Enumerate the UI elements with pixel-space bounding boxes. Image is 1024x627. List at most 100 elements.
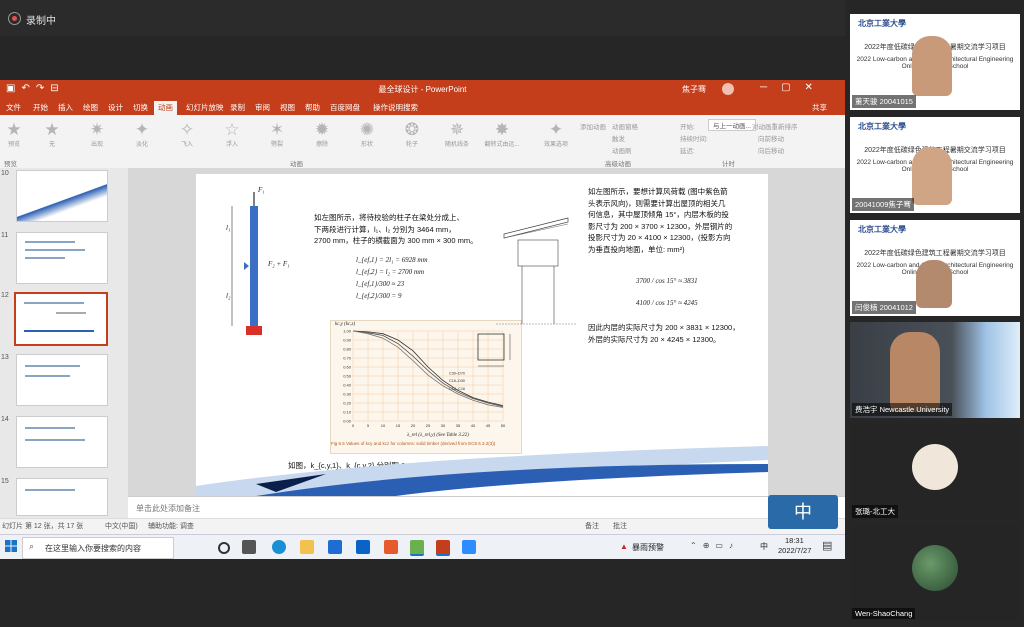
text-line: 如左图所示，要想计算风荷载 (图中紫色箭 bbox=[588, 187, 728, 196]
tab-home[interactable]: 开始 bbox=[33, 102, 48, 113]
y-tick-label: 0.40 bbox=[343, 383, 352, 388]
slide-thumbnail[interactable] bbox=[16, 478, 108, 516]
tab-search[interactable]: 操作说明搜索 bbox=[373, 102, 418, 113]
edge-icon[interactable] bbox=[272, 540, 286, 554]
tab-draw[interactable]: 绘图 bbox=[83, 102, 98, 113]
office-icon[interactable] bbox=[384, 540, 398, 554]
participant-name: 董天骏 20041015 bbox=[852, 95, 916, 108]
slide-thumbnail[interactable] bbox=[16, 416, 108, 468]
text-line: 何信息，其中屋顶倾角 15°，内层木板的投 bbox=[588, 210, 729, 219]
effect-options-button[interactable]: ✦ 效果选项 bbox=[536, 121, 576, 149]
animation-option[interactable]: ✸ 翻转式由远... bbox=[482, 121, 522, 149]
cortana-icon[interactable] bbox=[218, 542, 230, 554]
animation-option[interactable]: ☆ 浮入 bbox=[212, 121, 252, 149]
animation-label: 浮入 bbox=[225, 142, 238, 148]
tab-record[interactable]: 录制 bbox=[230, 102, 245, 113]
weather-label[interactable]: 暴雨预警 bbox=[632, 542, 664, 553]
add-animation[interactable]: 添加动画 bbox=[580, 121, 606, 131]
equation: 4100 / cos 15° ≈ 4245 bbox=[636, 299, 698, 307]
windows-start-icon[interactable] bbox=[5, 540, 17, 552]
tab-file[interactable]: 文件 bbox=[6, 102, 21, 113]
store-icon[interactable] bbox=[328, 540, 342, 554]
participant-tile[interactable]: 费浩宇 Newcastle University bbox=[850, 322, 1020, 418]
tab-review[interactable]: 审阅 bbox=[255, 102, 270, 113]
window-controls[interactable]: ─▢✕ bbox=[760, 82, 827, 93]
delay-label: 延迟: bbox=[680, 148, 695, 155]
roof-diagram bbox=[496, 217, 576, 325]
tab-view[interactable]: 视图 bbox=[280, 102, 295, 113]
x-tick-label: 5 bbox=[367, 423, 370, 428]
slide-thumbnail[interactable] bbox=[16, 232, 108, 284]
ime-indicator[interactable]: 中 bbox=[760, 541, 768, 552]
search-placeholder: 在这里输入你要搜索的内容 bbox=[45, 544, 141, 553]
mail-icon[interactable] bbox=[356, 540, 370, 554]
move-earlier[interactable]: 向前移动 bbox=[758, 133, 784, 143]
animation-pane[interactable]: 动画窗格 bbox=[612, 121, 638, 131]
animation-star-icon: ✶ bbox=[269, 120, 285, 139]
share-button[interactable]: 共享 bbox=[812, 102, 827, 113]
thumb-number: 10 bbox=[1, 170, 9, 177]
slide-thumbnail-selected[interactable] bbox=[14, 292, 108, 346]
tab-design[interactable]: 设计 bbox=[108, 102, 123, 113]
legend-label: C14–C16 bbox=[449, 387, 465, 391]
ribbon: ★ 预览 ★ 无 ✷ 出现 ✦ 淡化 ✧ 飞入 ☆ 浮入 ✶ 劈裂 ✹ 擦除 ✺ 形状 ❂ 轮子 ✵ 随机线条 ✸ 翻转式由… bbox=[0, 115, 845, 169]
status-notes-button[interactable]: 备注 bbox=[585, 521, 599, 531]
slide-thumbnail[interactable] bbox=[16, 354, 108, 406]
animation-option[interactable]: ✷ 出现 bbox=[77, 120, 117, 149]
trigger[interactable]: 触发 bbox=[612, 133, 625, 143]
animation-star-icon: ✷ bbox=[89, 120, 105, 139]
file-explorer-icon[interactable] bbox=[300, 540, 314, 554]
tab-baidu[interactable]: 百度网盘 bbox=[330, 102, 360, 113]
record-icon[interactable] bbox=[8, 12, 21, 25]
status-accessibility[interactable]: 辅助功能: 调查 bbox=[148, 521, 194, 531]
participant-tile[interactable]: 北京工業大學 2022年度低碳绿色建筑工程暑期交流学习项目 2022 Low-c… bbox=[850, 220, 1020, 316]
participant-tile[interactable]: 北京工業大學 2022年度低碳绿色建筑工程暑期交流学习项目 2022 Low-c… bbox=[850, 14, 1020, 110]
notification-icon[interactable]: ▤ bbox=[822, 539, 832, 552]
text-line: 影尺寸为 200 × 3700 × 12300，外层钢片的 bbox=[588, 221, 733, 231]
animation-option[interactable]: ✺ 形状 bbox=[347, 121, 387, 149]
tab-animations[interactable]: 动画 bbox=[154, 101, 177, 115]
task-view-icon[interactable] bbox=[242, 540, 256, 554]
notes-placeholder: 单击此处添加备注 bbox=[136, 504, 200, 513]
animation-option[interactable]: ✹ 擦除 bbox=[302, 121, 342, 149]
participant-avatar bbox=[912, 545, 958, 591]
participant-video bbox=[912, 36, 952, 96]
notes-pane[interactable]: 单击此处添加备注 bbox=[128, 496, 845, 519]
tray-icons[interactable]: ⌃⊕▭♪ bbox=[690, 541, 739, 550]
y-tick-label: 0.70 bbox=[343, 356, 352, 361]
participant-name: 闫俊楠 20041012 bbox=[852, 301, 916, 314]
participant-tile[interactable]: Wen-ShaoChang bbox=[850, 525, 1020, 621]
user-avatar[interactable] bbox=[722, 83, 734, 95]
slide[interactable]: F₁ l₁ l₂ F₂ + F₁ 如左图所示，将待校验的柱子在梁处分成上、 下两… bbox=[196, 174, 768, 496]
taskbar-search[interactable]: ⌕ 在这里输入你要搜索的内容 bbox=[22, 537, 174, 559]
ime-floating-badge[interactable]: 中 bbox=[768, 495, 838, 529]
thumb-number: 11 bbox=[1, 232, 9, 239]
group-preview: 预览 bbox=[4, 161, 17, 168]
tab-slideshow[interactable]: 幻灯片放映 bbox=[186, 102, 224, 113]
preview-button[interactable]: ★ 预览 bbox=[0, 121, 34, 149]
participant-tile[interactable]: 张璐-北工大 bbox=[850, 424, 1020, 520]
animation-option[interactable]: ★ 无 bbox=[32, 121, 72, 149]
wechat-icon[interactable] bbox=[410, 540, 424, 556]
participant-tile[interactable]: 北京工業大學 2022年度低碳绿色建筑工程暑期交流学习项目 2022 Low-c… bbox=[850, 117, 1020, 213]
animation-option[interactable]: ✧ 飞入 bbox=[167, 121, 207, 149]
move-later[interactable]: 向后移动 bbox=[758, 145, 784, 155]
animation-option[interactable]: ✵ 随机线条 bbox=[437, 121, 477, 149]
tab-help[interactable]: 帮助 bbox=[305, 102, 320, 113]
text-line: 如左图所示，将待校验的柱子在梁处分成上、 bbox=[314, 213, 464, 222]
powerpoint-taskbar-icon[interactable] bbox=[436, 540, 450, 556]
start-select[interactable]: 与上一动画... bbox=[708, 119, 756, 131]
animation-option[interactable]: ❂ 轮子 bbox=[392, 121, 432, 149]
animation-option[interactable]: ✦ 淡化 bbox=[122, 121, 162, 149]
animation-option[interactable]: ✶ 劈裂 bbox=[257, 120, 297, 149]
animation-painter[interactable]: 动画刷 bbox=[612, 145, 632, 155]
legend-label: C30–D70 bbox=[449, 372, 465, 376]
column-diagram bbox=[231, 192, 262, 335]
tab-insert[interactable]: 插入 bbox=[58, 102, 73, 113]
tab-transitions[interactable]: 切换 bbox=[133, 102, 148, 113]
slide-thumbnail[interactable] bbox=[16, 170, 108, 222]
label-l1: l₁ bbox=[226, 224, 231, 232]
meeting-app-icon[interactable] bbox=[462, 540, 476, 554]
animation-label: 劈裂 bbox=[270, 142, 283, 148]
status-comments-button[interactable]: 批注 bbox=[613, 521, 627, 531]
